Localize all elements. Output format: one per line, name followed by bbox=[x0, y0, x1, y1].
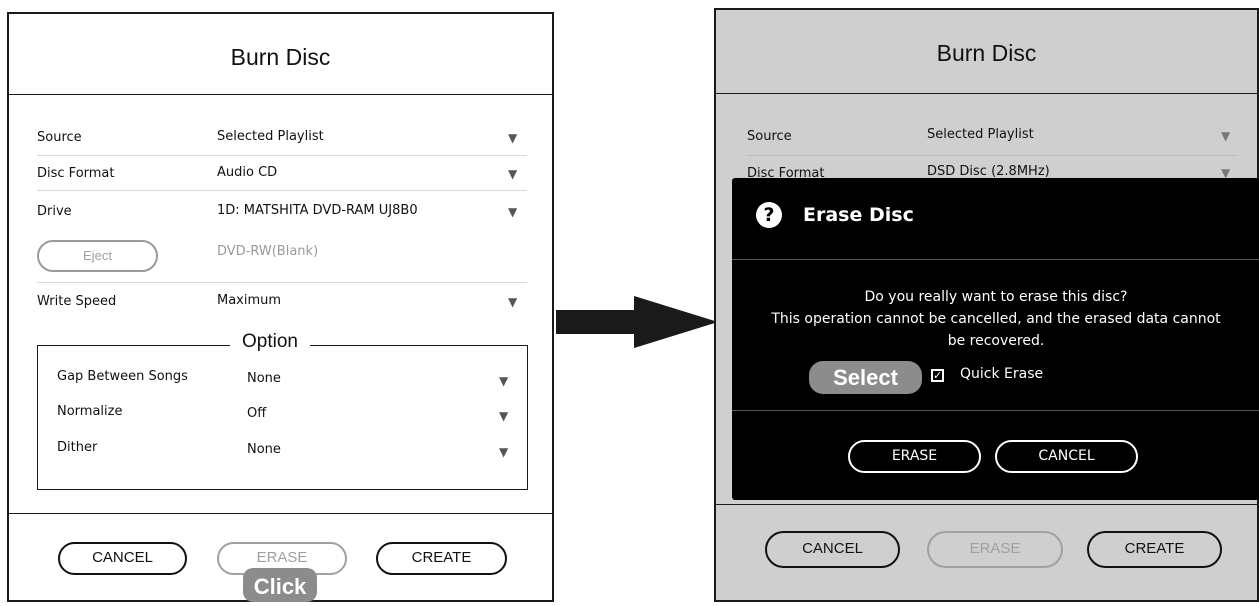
source-value: Selected Playlist bbox=[927, 127, 1034, 142]
row-divider bbox=[37, 190, 527, 191]
select-callout: Select bbox=[809, 361, 922, 394]
disc-format-value: DSD Disc (2.8MHz) bbox=[927, 164, 1050, 179]
chevron-down-icon: ▼ bbox=[499, 409, 509, 423]
normalize-label: Normalize bbox=[57, 404, 123, 419]
create-button[interactable]: CREATE bbox=[376, 542, 507, 575]
chevron-down-icon: ▼ bbox=[508, 295, 518, 309]
question-icon: ? bbox=[756, 202, 782, 228]
footer-divider bbox=[716, 504, 1257, 505]
chevron-down-icon: ▼ bbox=[508, 205, 518, 219]
create-button[interactable]: CREATE bbox=[1087, 531, 1222, 568]
dialog-message-line-3: be recovered. bbox=[947, 333, 1045, 349]
chevron-down-icon: ▼ bbox=[508, 167, 518, 181]
dialog-message-line-2: This operation cannot be cancelled, and … bbox=[771, 311, 1221, 327]
checkbox-checked-icon: ✓ bbox=[931, 369, 944, 382]
gap-between-songs-label: Gap Between Songs bbox=[57, 369, 188, 384]
row-divider bbox=[747, 155, 1237, 156]
click-callout: Click bbox=[243, 568, 317, 602]
chevron-down-icon: ▼ bbox=[508, 131, 518, 145]
cancel-button[interactable]: CANCEL bbox=[58, 542, 187, 575]
source-label: Source bbox=[747, 129, 792, 144]
dialog-title: Erase Disc bbox=[803, 204, 914, 226]
dialog-footer-divider bbox=[732, 410, 1259, 411]
chevron-down-icon: ▼ bbox=[499, 445, 509, 459]
write-speed-label: Write Speed bbox=[37, 294, 117, 309]
title-divider bbox=[716, 93, 1257, 94]
normalize-value: Off bbox=[247, 406, 267, 421]
cancel-button[interactable]: CANCEL bbox=[765, 531, 900, 568]
disc-format-value: Audio CD bbox=[217, 165, 278, 180]
eject-button[interactable]: Eject bbox=[37, 240, 158, 272]
dialog-message-line-1: Do you really want to erase this disc? bbox=[864, 289, 1128, 305]
gap-between-songs-value: None bbox=[247, 371, 281, 386]
window-title: Burn Disc bbox=[230, 44, 331, 70]
chevron-down-icon: ▼ bbox=[499, 374, 509, 388]
dither-value: None bbox=[247, 442, 281, 457]
drive-label: Drive bbox=[37, 204, 72, 219]
window-title: Burn Disc bbox=[936, 40, 1037, 66]
burn-disc-window: Burn Disc Source Selected Playlist ▼ Dis… bbox=[7, 12, 554, 602]
disc-format-label: Disc Format bbox=[37, 166, 115, 181]
drive-value: 1D: MATSHITA DVD-RAM UJ8B0 bbox=[217, 203, 418, 218]
quick-erase-label: Quick Erase bbox=[960, 366, 1044, 382]
arrow-right-icon bbox=[556, 296, 718, 348]
chevron-down-icon: ▼ bbox=[1221, 129, 1231, 143]
source-value: Selected Playlist bbox=[217, 129, 324, 144]
dither-label: Dither bbox=[57, 440, 98, 455]
dialog-title-divider bbox=[732, 259, 1259, 260]
erase-disc-dialog: ? Erase Disc Do you really want to erase… bbox=[732, 178, 1259, 500]
erase-button[interactable]: ERASE bbox=[927, 531, 1063, 568]
row-divider bbox=[37, 282, 527, 283]
dialog-erase-button[interactable]: ERASE bbox=[848, 440, 981, 473]
title-divider bbox=[9, 94, 552, 95]
option-legend: Option bbox=[230, 331, 310, 353]
disc-status: DVD-RW(Blank) bbox=[217, 244, 319, 259]
footer-divider bbox=[9, 513, 552, 514]
source-label: Source bbox=[37, 130, 82, 145]
write-speed-value: Maximum bbox=[217, 293, 282, 308]
dialog-cancel-button[interactable]: CANCEL bbox=[995, 440, 1138, 473]
row-divider bbox=[37, 155, 527, 156]
